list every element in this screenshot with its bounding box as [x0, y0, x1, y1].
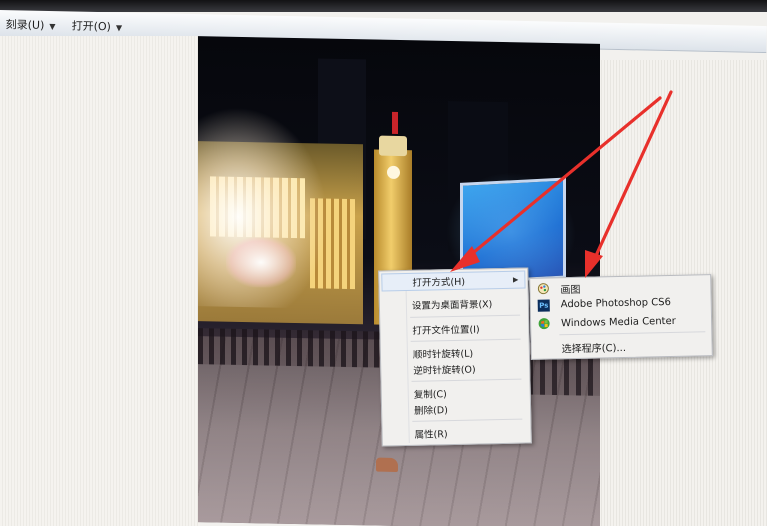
menu-item-rotate-clockwise[interactable]: 顺时针旋转(L): [413, 346, 473, 361]
submenu-item-windows-media-center[interactable]: Windows Media Center: [531, 311, 711, 333]
menu-item-delete[interactable]: 删除(D): [414, 402, 448, 417]
submenu-item-choose-program[interactable]: 选择程序(C)...: [531, 333, 711, 355]
menu-separator: [410, 338, 521, 342]
photo-tower-beacon: [392, 111, 398, 134]
menu-icon-gutter: [405, 273, 410, 443]
menu-separator: [410, 314, 521, 318]
chevron-down-icon: ▼: [49, 22, 56, 32]
submenu-item-paint-label: 画图: [560, 284, 581, 297]
submenu-item-photoshop-label: Adobe Photoshop CS6: [560, 296, 672, 311]
menu-separator: [411, 378, 522, 382]
open-menu-label: 打开(O): [71, 19, 112, 34]
photoshop-icon: Ps: [537, 299, 550, 312]
submenu-item-windows-media-center-label: Windows Media Center: [561, 315, 676, 330]
menu-item-copy[interactable]: 复制(C): [414, 386, 447, 401]
monitor-bezel: [0, 0, 767, 12]
menu-item-open-with-label: 打开方式(H): [412, 276, 466, 289]
windows-media-center-icon: [538, 317, 550, 330]
monitor-screen: 刻录(U) ▼ 打开(O) ▼ 打开方式(H) ▶ 设置为桌面背景(X) 打开文…: [0, 0, 767, 526]
paint-icon: [537, 282, 549, 295]
photo-crowd-2: [528, 354, 600, 396]
submenu-arrow-icon: ▶: [512, 275, 519, 284]
open-menu-button[interactable]: 打开(O) ▼: [72, 18, 123, 35]
open-with-submenu: 画图 Ps Adobe Photoshop CS6 Windows Media …: [529, 274, 713, 360]
chevron-down-icon: ▼: [115, 23, 123, 33]
menu-item-rotate-counterclockwise[interactable]: 逆时针旋转(O): [413, 362, 476, 377]
photo-clock-tower-top: [379, 135, 407, 157]
menu-item-open-with[interactable]: 打开方式(H) ▶: [381, 270, 526, 292]
photo-crowd: [198, 328, 388, 368]
menu-item-properties[interactable]: 属性(R): [414, 426, 448, 441]
photo-clock-face: [387, 165, 400, 180]
context-menu: 打开方式(H) ▶ 设置为桌面背景(X) 打开文件位置(I) 顺时针旋转(L) …: [378, 267, 532, 447]
menu-item-set-desktop-background[interactable]: 设置为桌面背景(X): [412, 296, 493, 312]
photo-person-foot: [376, 457, 398, 472]
burn-menu-label: 刻录(U): [5, 18, 45, 32]
photo-led-glow: [226, 236, 296, 289]
burn-menu-button[interactable]: 刻录(U) ▼: [6, 16, 56, 33]
menu-item-open-file-location[interactable]: 打开文件位置(I): [412, 321, 479, 336]
menu-separator: [412, 418, 523, 422]
submenu-item-choose-program-label: 选择程序(C)...: [561, 342, 627, 356]
left-blank-area: [0, 36, 200, 526]
